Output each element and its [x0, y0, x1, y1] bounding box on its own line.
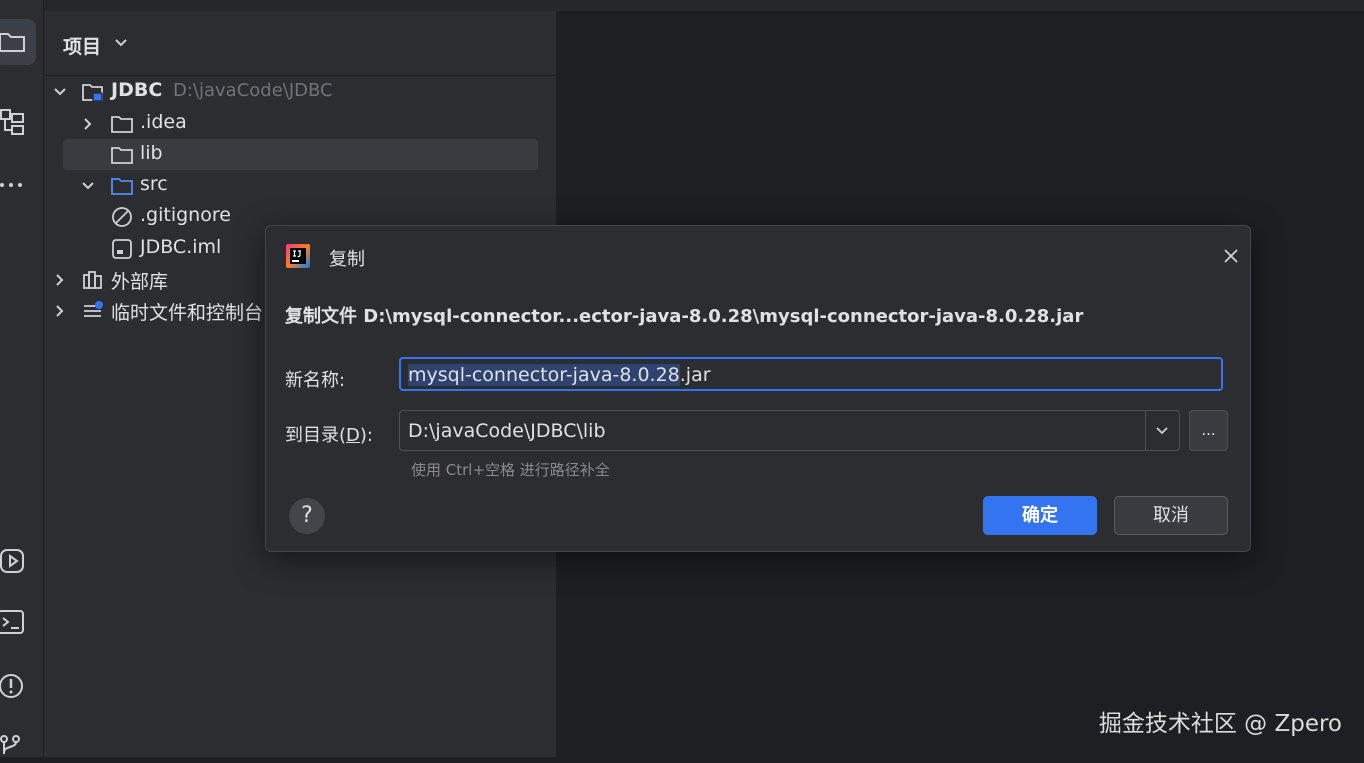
- folder-icon: [0, 33, 25, 52]
- tree-label: lib: [140, 142, 163, 164]
- selection-highlight: [63, 139, 538, 170]
- chevron-right-icon[interactable]: [53, 273, 67, 287]
- tree-item-lib[interactable]: lib: [44, 139, 556, 170]
- selected-text: mysql-connector-java-8.0.28: [408, 364, 680, 386]
- module-folder-icon: [82, 84, 103, 102]
- extension-text: .jar: [679, 364, 711, 386]
- tree-label: JDBC.iml: [140, 236, 222, 258]
- project-panel-title[interactable]: 项目: [63, 32, 101, 59]
- tree-path: D:\javaCode\JDBC: [173, 80, 333, 101]
- structure-icon: [0, 109, 24, 135]
- dialog-title: 复制: [329, 249, 365, 270]
- terminal-icon: [0, 610, 24, 634]
- tree-item-idea[interactable]: .idea: [44, 108, 556, 139]
- folder-icon: [111, 116, 133, 133]
- new-name-label: 新名称:: [285, 370, 346, 391]
- new-name-input[interactable]: mysql-connector-java-8.0.28.jar: [399, 357, 1223, 391]
- more-tools-button[interactable]: [0, 170, 30, 200]
- problems-tool-button[interactable]: [0, 671, 30, 701]
- copy-dialog: 复制 复制文件 D:\mysql-connector...ector-java-…: [265, 225, 1251, 552]
- tree-item-jdbc[interactable]: JDBC D:\javaCode\JDBC: [44, 76, 556, 107]
- label-part: ):: [359, 425, 373, 446]
- ok-button[interactable]: 确定: [983, 496, 1097, 535]
- dialog-heading: 复制文件 D:\mysql-connector...ector-java-8.0…: [285, 306, 1084, 327]
- label-part: 到目录(: [285, 425, 347, 446]
- tree-label: .gitignore: [140, 204, 231, 226]
- tree-label: 临时文件和控制台: [111, 302, 264, 324]
- activity-bar: [0, 0, 44, 757]
- tree-label: JDBC: [111, 79, 163, 101]
- chevron-right-icon[interactable]: [53, 304, 67, 318]
- more-dots-icon: [0, 183, 22, 187]
- mnemonic-key: D: [346, 425, 360, 446]
- dropdown-button[interactable]: [1145, 411, 1179, 450]
- intellij-logo-icon: [286, 244, 310, 268]
- services-icon: [0, 549, 24, 573]
- chevron-down-icon[interactable]: [81, 179, 95, 193]
- project-panel-header: 项目: [44, 11, 556, 76]
- tree-item-src[interactable]: src: [44, 170, 556, 201]
- services-tool-button[interactable]: [0, 546, 30, 576]
- target-dir-label: 到目录(D):: [285, 421, 373, 447]
- project-tool-button[interactable]: [0, 19, 36, 65]
- git-tool-button[interactable]: [0, 729, 30, 759]
- close-icon[interactable]: [1221, 246, 1241, 266]
- tree-label: .idea: [140, 111, 187, 133]
- library-icon: [83, 271, 102, 289]
- title-bar-strip: [0, 0, 1364, 11]
- chevron-down-icon: [1156, 427, 1168, 435]
- ignore-file-icon: [112, 207, 132, 227]
- source-folder-icon: [111, 178, 133, 195]
- browse-button[interactable]: ...: [1189, 410, 1228, 451]
- target-dir-value: D:\javaCode\JDBC\lib: [408, 420, 606, 442]
- cancel-button[interactable]: 取消: [1114, 496, 1228, 535]
- target-dir-combobox[interactable]: D:\javaCode\JDBC\lib: [399, 410, 1180, 451]
- git-branch-icon: [0, 735, 20, 754]
- chevron-down-icon[interactable]: [114, 37, 128, 49]
- tree-label: src: [140, 173, 168, 195]
- terminal-tool-button[interactable]: [0, 608, 30, 638]
- iml-file-icon: [112, 239, 132, 259]
- path-completion-hint: 使用 Ctrl+空格 进行路径补全: [411, 461, 610, 479]
- chevron-down-icon[interactable]: [53, 85, 67, 99]
- folder-icon: [111, 147, 133, 164]
- problems-icon: [0, 674, 23, 698]
- new-name-value: mysql-connector-java-8.0.28.jar: [408, 364, 711, 386]
- chevron-right-icon[interactable]: [81, 117, 95, 131]
- scratches-icon: [84, 301, 103, 317]
- watermark: 掘金技术社区 @ Zpero: [1098, 711, 1342, 737]
- help-button[interactable]: ?: [289, 498, 325, 534]
- tree-label: 外部库: [111, 271, 169, 293]
- structure-tool-button[interactable]: [0, 108, 30, 138]
